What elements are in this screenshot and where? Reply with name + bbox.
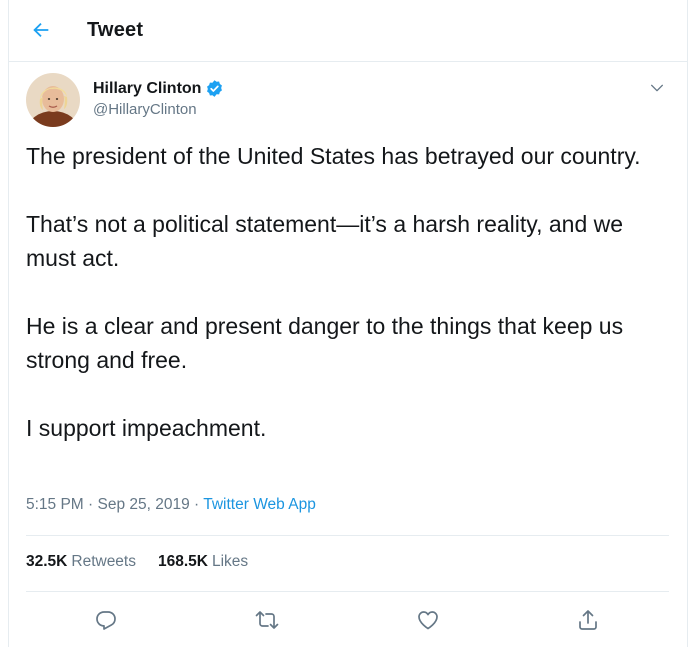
meta-separator: · bbox=[189, 496, 204, 513]
author-name-row[interactable]: Hillary Clinton bbox=[93, 79, 224, 98]
back-button[interactable] bbox=[27, 16, 55, 44]
like-button[interactable] bbox=[414, 606, 442, 634]
author-handle[interactable]: @HillaryClinton bbox=[93, 101, 197, 118]
reply-icon bbox=[96, 611, 116, 630]
share-button[interactable] bbox=[574, 606, 602, 634]
tweet-stats: 32.5K Retweets 168.5K Likes bbox=[26, 553, 270, 571]
divider bbox=[26, 591, 669, 592]
tweet-paragraph: I support impeachment. bbox=[26, 415, 267, 441]
page-title: Tweet bbox=[87, 19, 144, 41]
verified-badge-icon bbox=[207, 80, 223, 97]
tweet-text: The president of the United States has b… bbox=[26, 139, 676, 479]
page-header: Tweet bbox=[9, 0, 687, 62]
like-icon bbox=[418, 611, 438, 630]
tweet-paragraph: That’s not a political statement—it’s a … bbox=[26, 211, 624, 271]
tweet-time[interactable]: 5:15 PM bbox=[26, 496, 84, 513]
reply-button[interactable] bbox=[92, 606, 120, 634]
retweet-icon bbox=[255, 611, 279, 629]
avatar[interactable] bbox=[26, 73, 80, 127]
tweet-paragraph: The president of the United States has b… bbox=[26, 143, 641, 169]
likes-count: 168.5K bbox=[158, 553, 208, 570]
arrow-left-icon bbox=[33, 22, 49, 38]
avatar-image bbox=[26, 73, 80, 127]
tweet-meta: 5:15 PM · Sep 25, 2019 · Twitter Web App bbox=[26, 496, 316, 514]
retweets-label: Retweets bbox=[71, 553, 136, 570]
retweet-button[interactable] bbox=[253, 606, 281, 634]
retweets-stat[interactable]: 32.5K Retweets bbox=[26, 553, 136, 571]
likes-stat[interactable]: 168.5K Likes bbox=[158, 553, 248, 571]
likes-label: Likes bbox=[211, 553, 249, 570]
tweet-date[interactable]: Sep 25, 2019 bbox=[98, 496, 190, 513]
divider bbox=[26, 535, 669, 536]
tweet-paragraph: He is a clear and present danger to the … bbox=[26, 313, 624, 373]
chevron-down-icon bbox=[651, 84, 663, 92]
retweets-count: 32.5K bbox=[26, 553, 68, 570]
more-options-button[interactable] bbox=[645, 76, 669, 100]
meta-separator: · bbox=[83, 496, 98, 513]
author-name[interactable]: Hillary Clinton bbox=[93, 80, 201, 98]
tweet-page: Tweet Hillary Clinton @HillaryClinton Th… bbox=[8, 0, 688, 647]
share-icon bbox=[579, 610, 597, 630]
tweet-source-link[interactable]: Twitter Web App bbox=[203, 496, 316, 513]
